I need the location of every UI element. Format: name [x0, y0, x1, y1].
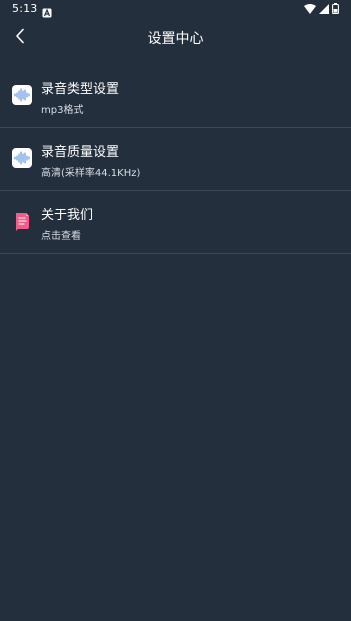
- app-bar: 设置中心: [0, 17, 351, 60]
- item-subtitle: 点击查看: [41, 231, 81, 242]
- a-notification-icon: [42, 3, 52, 18]
- page-title: 设置中心: [147, 31, 204, 47]
- settings-item-about-us[interactable]: 关于我们 点击查看: [0, 191, 351, 254]
- document-icon: [12, 211, 32, 231]
- item-title: 关于我们: [41, 208, 94, 223]
- settings-item-recording-quality[interactable]: 录音质量设置 高清(采样率44.1KHz): [0, 128, 351, 191]
- item-title: 录音类型设置: [41, 82, 120, 97]
- battery-icon: [332, 0, 339, 18]
- status-bar: 5:13: [0, 0, 351, 18]
- audio-wave-icon: [12, 85, 32, 105]
- item-title: 录音质量设置: [41, 145, 120, 160]
- wifi-icon: [304, 0, 316, 18]
- cell-signal-icon: [319, 0, 329, 18]
- settings-list: 录音类型设置 mp3格式 录音质量设置 高清(采样率44.1KHz) 关于我们 …: [0, 65, 351, 254]
- status-icons: [304, 3, 339, 15]
- item-subtitle: mp3格式: [41, 105, 84, 116]
- settings-item-recording-type[interactable]: 录音类型设置 mp3格式: [0, 65, 351, 128]
- item-subtitle: 高清(采样率44.1KHz): [41, 168, 141, 179]
- audio-wave-icon: [12, 148, 32, 168]
- status-time: 5:13: [12, 2, 38, 15]
